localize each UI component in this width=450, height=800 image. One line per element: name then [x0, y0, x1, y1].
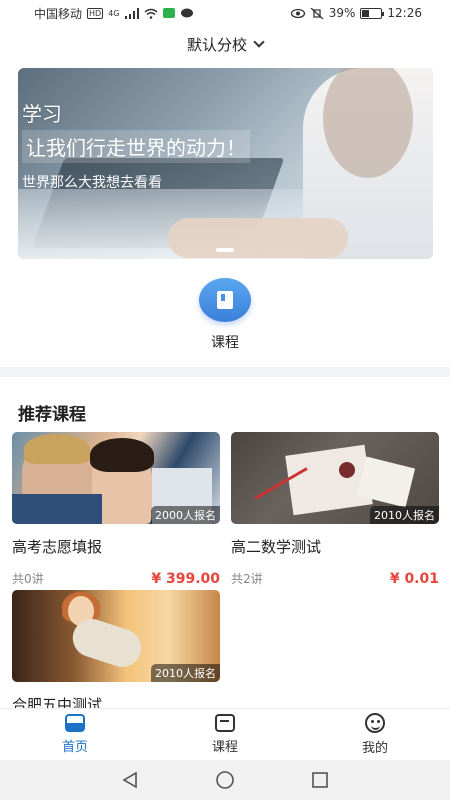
- home-icon: [65, 714, 85, 732]
- clock: 12:26: [387, 6, 422, 20]
- hd-badge: HD: [87, 7, 104, 19]
- course-entry[interactable]: 课程: [198, 278, 252, 352]
- course-entry-circle: [199, 278, 251, 322]
- status-right: 39% 12:26: [290, 6, 422, 20]
- banner-hand-graphic: [168, 218, 348, 258]
- course-card[interactable]: 2010人报名 高二数学测试 共2讲 ¥ 0.01: [231, 432, 439, 587]
- course-name: 高二数学测试: [231, 538, 322, 556]
- promo-banner[interactable]: 学习 让我们行走世界的动力！ 世界那么大我想去看看: [18, 68, 433, 259]
- banner-page-indicator: [216, 248, 234, 252]
- wechat-icon: [162, 8, 175, 18]
- thumbnail-shape: [24, 434, 90, 464]
- battery-percent: 39%: [328, 6, 356, 20]
- course-meta: 共2讲 ¥ 0.01: [231, 570, 439, 587]
- tab-mine-label: 我的: [361, 741, 388, 756]
- campus-selector[interactable]: 默认分校: [0, 30, 450, 58]
- course-entry-label: 课程: [211, 335, 239, 351]
- bottom-tab-bar: 首页 课程 我的: [0, 708, 450, 760]
- campus-label: 默认分校: [186, 35, 247, 54]
- course-thumbnail: 2010人报名: [231, 432, 439, 524]
- signal-icon: [124, 7, 139, 19]
- tab-home[interactable]: 首页: [0, 709, 150, 760]
- course-thumbnail: 2000人报名: [12, 432, 220, 524]
- smiley-icon: [365, 713, 385, 733]
- thumbnail-shape: [12, 494, 102, 524]
- mute-icon: [310, 7, 324, 19]
- enrolled-badge: 2010人报名: [370, 506, 439, 524]
- thumbnail-shape: [67, 614, 147, 672]
- recent-apps-icon[interactable]: [311, 771, 329, 789]
- banner-title: 学习: [22, 102, 62, 126]
- course-thumbnail: 2010人报名: [12, 590, 220, 682]
- system-nav-bar: [0, 760, 450, 800]
- thumbnail-shape: [90, 438, 154, 472]
- status-bar: 中国移动 HD 4G 39% 12:26: [0, 0, 450, 26]
- banner-headline: 让我们行走世界的动力！: [22, 130, 250, 163]
- home-circle-icon[interactable]: [215, 770, 235, 790]
- tab-courses[interactable]: 课程: [150, 709, 300, 760]
- enrolled-badge: 2000人报名: [151, 506, 220, 524]
- course-price: ¥ 0.01: [389, 570, 439, 587]
- eye-icon: [290, 8, 305, 18]
- carrier-label: 中国移动: [34, 6, 83, 21]
- course-book-icon: [215, 714, 235, 732]
- course-meta: 共0讲 ¥ 399.00: [12, 570, 220, 587]
- wifi-icon: [144, 8, 157, 19]
- course-card[interactable]: 2010人报名 合肥五中测试: [12, 590, 220, 715]
- chevron-down-icon: [253, 36, 265, 48]
- battery-icon: [360, 7, 385, 19]
- banner-subtitle: 世界那么大我想去看看: [22, 175, 162, 191]
- tab-mine[interactable]: 我的: [300, 709, 450, 760]
- section-divider: [0, 367, 450, 377]
- course-price: ¥ 399.00: [151, 570, 220, 587]
- message-icon: [180, 8, 193, 17]
- course-card[interactable]: 2000人报名 高考志愿填报 共0讲 ¥ 399.00: [12, 432, 220, 587]
- recommended-title: 推荐课程: [18, 405, 86, 425]
- lecture-count: 共2讲: [231, 572, 263, 586]
- tab-home-label: 首页: [61, 740, 88, 755]
- back-icon[interactable]: [121, 771, 139, 789]
- lecture-count: 共0讲: [12, 572, 44, 586]
- course-name: 高考志愿填报: [12, 538, 103, 556]
- book-icon: [217, 291, 233, 309]
- thumbnail-shape: [339, 462, 355, 478]
- enrolled-badge: 2010人报名: [151, 664, 220, 682]
- network-label: 4G: [108, 8, 120, 18]
- status-left: 中国移动 HD 4G: [34, 5, 194, 22]
- tab-courses-label: 课程: [211, 740, 238, 755]
